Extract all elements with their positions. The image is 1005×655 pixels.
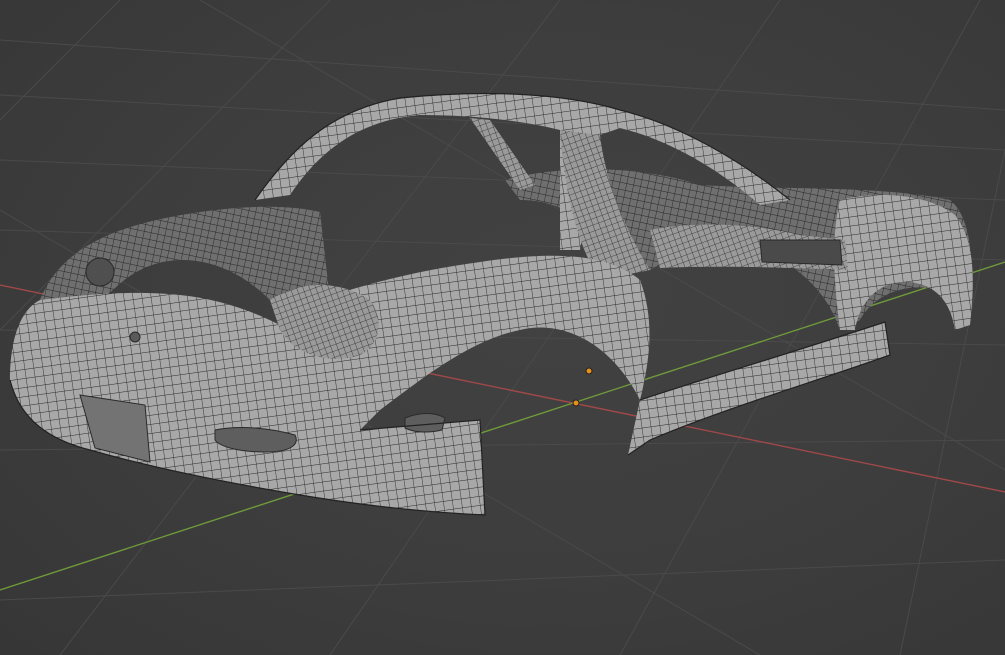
viewport-canvas[interactable] [0, 0, 1005, 655]
3d-viewport[interactable] [0, 0, 1005, 655]
3d-cursor-icon [572, 399, 580, 407]
car-body-mesh[interactable] [9, 92, 973, 516]
object-origin-icon [585, 367, 593, 375]
